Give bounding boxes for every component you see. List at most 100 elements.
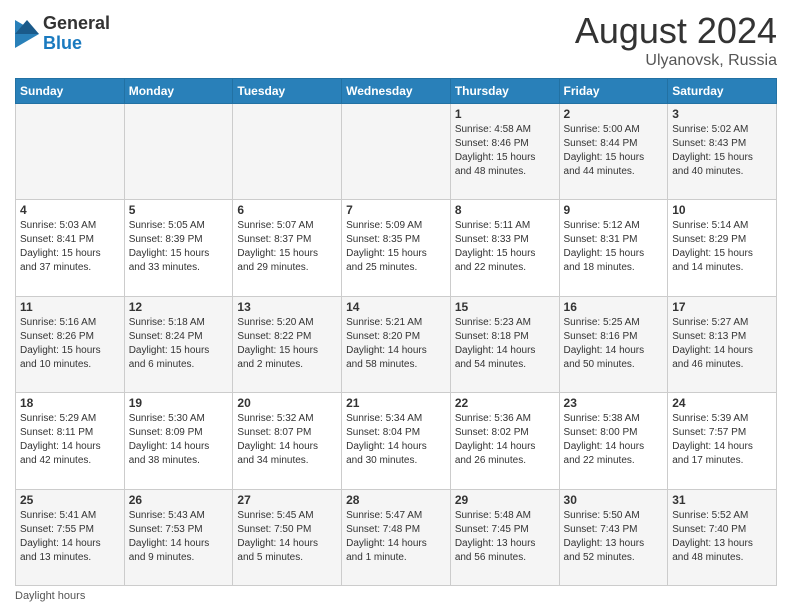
day-cell: 10 Sunrise: 5:14 AM Sunset: 8:29 PM Dayli… — [668, 200, 777, 296]
day-info: Sunrise: 5:52 AM Sunset: 7:40 PM Dayligh… — [672, 509, 772, 565]
day-cell: 31 Sunrise: 5:52 AM Sunset: 7:40 PM Dayli… — [668, 489, 777, 585]
day-header-thursday: Thursday — [450, 79, 559, 104]
day-number: 13 — [237, 300, 337, 314]
day-cell: 25Sunrise: 5:41 AM Sunset: 7:55 PM Dayli… — [16, 489, 125, 585]
day-cell: 16Sunrise: 5:25 AM Sunset: 8:16 PM Dayli… — [559, 296, 668, 392]
day-cell: 12Sunrise: 5:18 AM Sunset: 8:24 PM Dayli… — [124, 296, 233, 392]
day-info: Sunrise: 5:09 AM Sunset: 8:35 PM Dayligh… — [346, 219, 446, 275]
daylight-label: Daylight hours — [15, 590, 85, 602]
day-info: Sunrise: 5:23 AM Sunset: 8:18 PM Dayligh… — [455, 316, 555, 372]
week-row-1: 4Sunrise: 5:03 AM Sunset: 8:41 PM Daylig… — [16, 200, 777, 296]
day-number: 9 — [564, 203, 664, 217]
day-header-friday: Friday — [559, 79, 668, 104]
day-number: 24 — [672, 396, 772, 410]
day-cell: 27 Sunrise: 5:45 AM Sunset: 7:50 PM Dayli… — [233, 489, 342, 585]
day-number: 15 — [455, 300, 555, 314]
day-number: 21 — [346, 396, 446, 410]
day-info: Sunrise: 5:21 AM Sunset: 8:20 PM Dayligh… — [346, 316, 446, 372]
day-number: 26 — [129, 493, 229, 507]
day-cell: 2 Sunrise: 5:00 AM Sunset: 8:44 PM Daylig… — [559, 104, 668, 200]
day-cell — [124, 104, 233, 200]
title-block: August 2024 Ulyanovsk, Russia — [575, 10, 777, 70]
day-info: Sunrise: 5:02 AM Sunset: 8:43 PM Dayligh… — [672, 123, 772, 179]
day-info: Sunrise: 5:48 AM Sunset: 7:45 PM Dayligh… — [455, 509, 555, 565]
day-number: 6 — [237, 203, 337, 217]
day-number: 20 — [237, 396, 337, 410]
header: General Blue August 2024 Ulyanovsk, Russ… — [15, 10, 777, 70]
day-info: Sunrise: 5:16 AM Sunset: 8:26 PM Dayligh… — [20, 316, 120, 372]
day-number: 28 — [346, 493, 446, 507]
day-cell: 29 Sunrise: 5:48 AM Sunset: 7:45 PM Dayli… — [450, 489, 559, 585]
calendar-body: 1 Sunrise: 4:58 AM Sunset: 8:46 PM Daylig… — [16, 104, 777, 586]
day-number: 3 — [672, 107, 772, 121]
day-cell — [233, 104, 342, 200]
day-number: 10 — [672, 203, 772, 217]
day-info: Sunrise: 5:29 AM Sunset: 8:11 PM Dayligh… — [20, 412, 120, 468]
day-info: Sunrise: 5:18 AM Sunset: 8:24 PM Dayligh… — [129, 316, 229, 372]
day-number: 27 — [237, 493, 337, 507]
day-cell: 24Sunrise: 5:39 AM Sunset: 7:57 PM Dayli… — [668, 393, 777, 489]
day-cell: 20 Sunrise: 5:32 AM Sunset: 8:07 PM Dayli… — [233, 393, 342, 489]
day-number: 19 — [129, 396, 229, 410]
day-cell: 23Sunrise: 5:38 AM Sunset: 8:00 PM Dayli… — [559, 393, 668, 489]
day-info: Sunrise: 5:43 AM Sunset: 7:53 PM Dayligh… — [129, 509, 229, 565]
day-number: 5 — [129, 203, 229, 217]
week-row-3: 18 Sunrise: 5:29 AM Sunset: 8:11 PM Dayli… — [16, 393, 777, 489]
day-number: 14 — [346, 300, 446, 314]
day-info: Sunrise: 5:27 AM Sunset: 8:13 PM Dayligh… — [672, 316, 772, 372]
day-info: Sunrise: 5:47 AM Sunset: 7:48 PM Dayligh… — [346, 509, 446, 565]
day-cell: 13 Sunrise: 5:20 AM Sunset: 8:22 PM Dayli… — [233, 296, 342, 392]
day-cell: 6Sunrise: 5:07 AM Sunset: 8:37 PM Daylig… — [233, 200, 342, 296]
calendar-page: General Blue August 2024 Ulyanovsk, Russ… — [0, 0, 792, 612]
day-info: Sunrise: 4:58 AM Sunset: 8:46 PM Dayligh… — [455, 123, 555, 179]
header-row: SundayMondayTuesdayWednesdayThursdayFrid… — [16, 79, 777, 104]
day-cell: 11Sunrise: 5:16 AM Sunset: 8:26 PM Dayli… — [16, 296, 125, 392]
day-info: Sunrise: 5:00 AM Sunset: 8:44 PM Dayligh… — [564, 123, 664, 179]
day-number: 16 — [564, 300, 664, 314]
day-info: Sunrise: 5:20 AM Sunset: 8:22 PM Dayligh… — [237, 316, 337, 372]
day-info: Sunrise: 5:14 AM Sunset: 8:29 PM Dayligh… — [672, 219, 772, 275]
day-number: 29 — [455, 493, 555, 507]
day-cell: 28 Sunrise: 5:47 AM Sunset: 7:48 PM Dayli… — [342, 489, 451, 585]
day-cell: 1 Sunrise: 4:58 AM Sunset: 8:46 PM Daylig… — [450, 104, 559, 200]
day-cell: 21 Sunrise: 5:34 AM Sunset: 8:04 PM Dayli… — [342, 393, 451, 489]
footer: Daylight hours — [15, 590, 777, 602]
day-number: 18 — [20, 396, 120, 410]
logo-blue: Blue — [43, 34, 110, 54]
day-header-saturday: Saturday — [668, 79, 777, 104]
day-number: 7 — [346, 203, 446, 217]
day-number: 22 — [455, 396, 555, 410]
logo: General Blue — [15, 14, 110, 54]
week-row-4: 25Sunrise: 5:41 AM Sunset: 7:55 PM Dayli… — [16, 489, 777, 585]
day-number: 30 — [564, 493, 664, 507]
day-info: Sunrise: 5:05 AM Sunset: 8:39 PM Dayligh… — [129, 219, 229, 275]
day-cell: 15 Sunrise: 5:23 AM Sunset: 8:18 PM Dayli… — [450, 296, 559, 392]
calendar-header: SundayMondayTuesdayWednesdayThursdayFrid… — [16, 79, 777, 104]
day-info: Sunrise: 5:45 AM Sunset: 7:50 PM Dayligh… — [237, 509, 337, 565]
day-info: Sunrise: 5:12 AM Sunset: 8:31 PM Dayligh… — [564, 219, 664, 275]
day-number: 2 — [564, 107, 664, 121]
day-info: Sunrise: 5:36 AM Sunset: 8:02 PM Dayligh… — [455, 412, 555, 468]
day-number: 1 — [455, 107, 555, 121]
day-cell: 30 Sunrise: 5:50 AM Sunset: 7:43 PM Dayli… — [559, 489, 668, 585]
week-row-0: 1 Sunrise: 4:58 AM Sunset: 8:46 PM Daylig… — [16, 104, 777, 200]
day-cell: 4Sunrise: 5:03 AM Sunset: 8:41 PM Daylig… — [16, 200, 125, 296]
logo-general: General — [43, 14, 110, 34]
day-number: 17 — [672, 300, 772, 314]
day-cell: 9 Sunrise: 5:12 AM Sunset: 8:31 PM Daylig… — [559, 200, 668, 296]
day-cell: 26 Sunrise: 5:43 AM Sunset: 7:53 PM Dayli… — [124, 489, 233, 585]
logo-icon — [15, 20, 39, 48]
logo-text: General Blue — [43, 14, 110, 54]
day-number: 31 — [672, 493, 772, 507]
day-number: 8 — [455, 203, 555, 217]
day-number: 25 — [20, 493, 120, 507]
day-info: Sunrise: 5:34 AM Sunset: 8:04 PM Dayligh… — [346, 412, 446, 468]
day-cell: 5 Sunrise: 5:05 AM Sunset: 8:39 PM Daylig… — [124, 200, 233, 296]
day-header-tuesday: Tuesday — [233, 79, 342, 104]
day-number: 4 — [20, 203, 120, 217]
day-info: Sunrise: 5:11 AM Sunset: 8:33 PM Dayligh… — [455, 219, 555, 275]
day-info: Sunrise: 5:50 AM Sunset: 7:43 PM Dayligh… — [564, 509, 664, 565]
day-info: Sunrise: 5:32 AM Sunset: 8:07 PM Dayligh… — [237, 412, 337, 468]
week-row-2: 11Sunrise: 5:16 AM Sunset: 8:26 PM Dayli… — [16, 296, 777, 392]
day-cell: 18 Sunrise: 5:29 AM Sunset: 8:11 PM Dayli… — [16, 393, 125, 489]
